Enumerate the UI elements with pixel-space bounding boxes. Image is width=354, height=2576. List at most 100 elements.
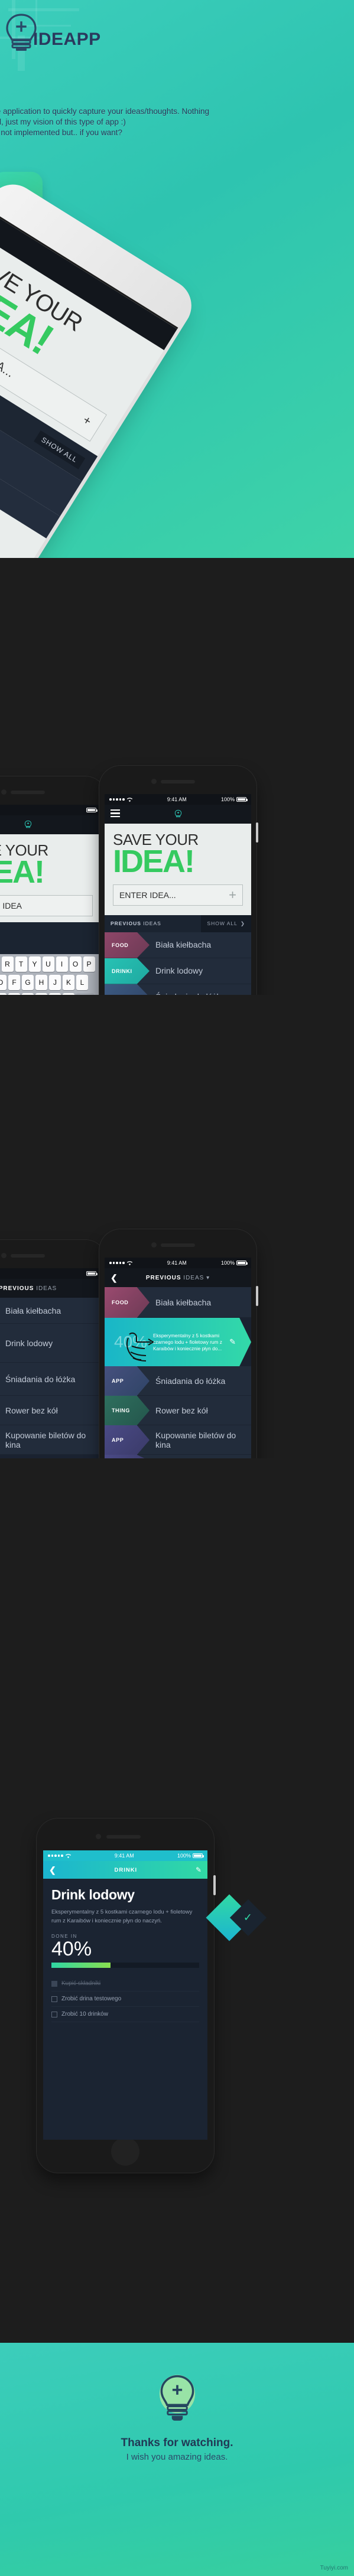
keyboard[interactable]: Q W E R T Y U I O P A S D [0,954,101,995]
idea-row[interactable]: THING Rower bez kół [0,1396,101,1425]
key[interactable]: H [35,974,47,990]
idea-percent: 40% [114,1333,148,1351]
app-navbar: ❮ PREVIOUS IDEAS [0,1279,101,1298]
idea-tag: DRINKI [105,958,150,984]
status-time: 9:41 AM [114,1853,134,1859]
key[interactable]: L [76,974,88,990]
pencil-icon[interactable]: ✎ [229,1337,236,1347]
idea-label: IDEA! [0,854,45,890]
idea-row[interactable]: APP Śniadania do łóżka [105,1366,251,1396]
key[interactable]: D [0,974,7,990]
app-navbar [0,815,101,834]
idea-row[interactable]: APP Kupowanie biletów do kina [105,1425,251,1455]
key[interactable]: U [42,956,54,972]
grid-deco [8,8,79,11]
backspace-key[interactable]: ⌫ [76,992,94,995]
idea-row[interactable]: THING Rower bez kół [105,1396,251,1425]
key[interactable]: I [56,956,68,972]
idea-title: Rower bez kół [155,1405,208,1415]
plus-icon[interactable]: + [229,888,236,902]
battery-indicator: 100% [220,796,248,802]
idea-title: Rower bez kół [5,1405,58,1415]
idea-title: Biała kiełbacha [155,940,212,950]
idea-title: Biała kiełbacha [5,1305,61,1315]
previous-ideas-label: PREVIOUS IDEAS [105,915,201,932]
detail-body: Drink lodowy Eksperymentalny z 5 kostkam… [43,1879,207,2140]
idea-row[interactable]: APP Kupowanie biletów do kina [0,1425,101,1455]
idea-row[interactable]: FOOD Biała kiełbacha [0,1298,101,1324]
key[interactable]: T [15,956,27,972]
battery-indicator: 100% [177,1853,204,1859]
key[interactable]: F [8,974,20,990]
key[interactable]: M [63,992,74,995]
phone-list-right: 9:41 AM 100% ❮ PREVIOUS IDEAS ▾ FOOD Bia… [99,1229,258,1458]
key[interactable]: G [22,974,34,990]
idea-row[interactable] [105,1455,251,1458]
todo-item[interactable]: Zrobić 10 drinków [51,2007,199,2022]
wish-text: I wish you amazing ideas. [126,2452,228,2462]
lightbulb-plus-icon[interactable] [174,809,182,820]
idea-row[interactable]: FOOD Biała kiełbacha [105,932,251,958]
status-signal [109,797,133,802]
key[interactable]: O [69,956,82,972]
phone-keyboard: SAVE YOUR IDEA! ENTER IDEA Q W E R T Y [0,776,108,995]
idea-row[interactable]: APP Śniadania do łóżka [105,984,251,995]
key[interactable]: P [83,956,95,972]
checkbox-icon[interactable] [51,1996,57,2002]
caret-down-icon[interactable]: ▾ [206,1275,210,1281]
credit-text: Tuyiyi.com [320,2565,348,2571]
idea-tag: FOOD [105,1287,150,1318]
wifi-icon [126,1261,132,1265]
idea-row-selected[interactable]: DRINKI Drink lodowy [0,1324,101,1363]
progress-fill [51,1963,111,1968]
home-button[interactable] [111,2137,139,2166]
key[interactable]: K [63,974,74,990]
key[interactable]: V [22,992,34,995]
idea-row[interactable]: FOOD Biała kiełbacha [105,1287,251,1318]
idea-row[interactable]: APP Śniadania do łóżka [0,1363,101,1396]
detail-category: DRINKI [114,1866,138,1873]
lightbulb-plus-icon[interactable] [24,820,32,830]
pencil-icon[interactable]: ✎ [196,1866,202,1874]
checkbox-icon[interactable] [51,1980,57,1987]
key[interactable]: X [0,992,7,995]
status-bar [0,805,101,815]
show-all-button[interactable]: SHOW ALL ❯ [201,915,251,932]
idea-description: Eksperymentalny z 5 kostkami czarnego lo… [153,1332,222,1351]
battery-indicator [86,808,98,812]
enter-idea-input[interactable]: ENTER IDEA [0,894,93,916]
todo-label: Kupić składniki [61,1980,101,1987]
battery-indicator: 100% [221,1260,248,1266]
checkbox-icon[interactable] [51,2011,57,2017]
battery-percent: 100% [220,796,235,802]
idea-row-expanded[interactable]: 40% Eksperymentalny z 5 kostkami czarneg… [105,1318,251,1366]
status-bar: 9:41 AM 100% [43,1850,207,1861]
key[interactable]: Y [28,956,41,972]
enter-idea-input[interactable]: ENTER IDEA... + [113,884,243,906]
chevron-left-icon[interactable]: ❮ [49,1865,56,1875]
done-percent: 40% [51,1938,92,1960]
status-bar: 9:41 AM 100% [105,794,251,805]
thanks-text: Thanks for watching. [121,2437,233,2449]
key[interactable]: N [49,992,61,995]
key[interactable]: J [49,974,61,990]
detail-description: Eksperymentalny z 5 kostkami czarnego lo… [51,1909,193,1924]
idea-row[interactable]: DRINKI Drink lodowy [105,958,251,984]
keyboard-row: Q W E R T Y U I O P [0,956,100,972]
key[interactable]: R [1,956,14,972]
side-button [213,1875,216,1895]
key[interactable]: B [35,992,47,995]
idea-title: Kupowanie biletów do kina [5,1430,86,1449]
ideas-text: IDEAS [141,920,161,926]
idea-title: Śniadania do łóżka [155,1376,226,1386]
speaker-grill [106,1835,141,1839]
key[interactable]: C [8,992,20,995]
plus-icon[interactable]: + [80,413,94,429]
hamburger-menu-icon[interactable] [111,809,120,820]
chevron-right-icon: ❯ [240,920,245,926]
app-navbar [105,805,251,824]
previous-bold: PREVIOUS [0,1285,34,1292]
todo-item[interactable]: Kupić składniki [51,1976,199,1991]
todo-item[interactable]: Zrobić drina testowego [51,1991,199,2007]
idea-title: Biała kiełbacha [155,1297,212,1307]
